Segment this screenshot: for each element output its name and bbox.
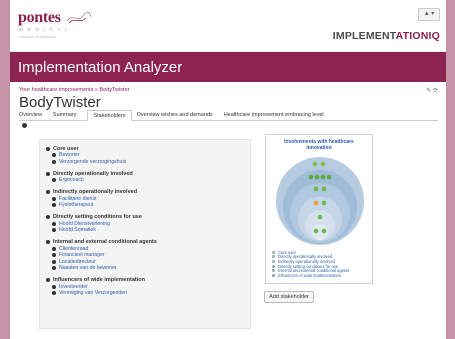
logo-accent: ATIONIQ [395, 30, 440, 42]
app-banner-title: Implementation Analyzer [10, 52, 446, 82]
marker-verzorgende[interactable] [321, 228, 327, 234]
marker-investeerder[interactable] [312, 161, 318, 167]
marker-fysiotherapeut[interactable] [321, 200, 327, 206]
group-title: Indirectly operationally involved [53, 189, 138, 195]
stakeholder-group: Internal and external conditional agents… [46, 239, 244, 272]
involvement-rings-chart [276, 157, 364, 245]
tab-bar: Overview Summary Stakeholders Overview w… [19, 110, 438, 121]
bullet-icon [52, 246, 56, 251]
bullet-icon [52, 284, 56, 289]
legend-swatch [272, 255, 275, 259]
marker-naasten[interactable] [326, 174, 332, 180]
marker-hoofd-somatiek[interactable] [321, 186, 327, 192]
logo-prefix: IMPLEMENT [332, 30, 396, 42]
page-title: BodyTwister [19, 94, 101, 111]
legend-swatch [272, 250, 275, 254]
brand-name: pontes [18, 9, 61, 26]
bullet-icon [52, 178, 56, 183]
tab-stakeholders[interactable]: Stakeholders [87, 110, 132, 121]
bullet-icon [52, 228, 56, 233]
pontes-logo[interactable]: pontes M E D I C A L innovation in healt… [18, 9, 138, 41]
marker-financieel[interactable] [314, 174, 320, 180]
stakeholder-group: Core user Bewoner Verzorgende verzorging… [46, 145, 244, 165]
top-bar: pontes M E D I C A L innovation in healt… [10, 0, 446, 52]
involvement-chart-panel: Involvements with healthcare innovation [265, 134, 373, 284]
group-title: Directly operationally involved [53, 170, 133, 177]
stakeholder-item[interactable]: Vereniging van Verzorgenden [46, 290, 244, 297]
bullet-icon [46, 190, 50, 194]
marker-vereniging[interactable] [320, 161, 326, 167]
group-title: Directly setting conditions for use [53, 214, 142, 220]
marker-ergocoach[interactable] [317, 214, 323, 220]
legend-swatch [272, 264, 275, 268]
bullet-icon [46, 146, 50, 151]
stakeholder-link[interactable]: Cliëntenraad [59, 246, 88, 252]
add-stakeholder-button[interactable]: Add stakeholder [264, 291, 314, 303]
stakeholder-link[interactable]: Verzorgende verzorgingshuis [59, 159, 126, 165]
bullet-icon [52, 196, 56, 201]
tab-embracing-level[interactable]: Healthcare improvement embracing level [224, 110, 330, 121]
legend-item: Influencers of wide implementation [272, 273, 349, 278]
bullet-icon [52, 203, 56, 208]
marker-facilitaire-dienst[interactable] [313, 200, 319, 206]
legend-swatch [272, 269, 275, 273]
logo-swirl-icon [66, 11, 92, 24]
marker-bewoner[interactable] [313, 228, 319, 234]
brand-tagline: innovation in healthcare [19, 35, 56, 39]
legend-swatch [272, 259, 275, 263]
stakeholder-item[interactable]: Ergocoach [46, 177, 244, 184]
bullet-icon [52, 221, 56, 226]
user-menu-button[interactable]: ▲ ▾ [418, 8, 440, 21]
stakeholder-group: Indirectly operationally involved Facili… [46, 189, 244, 209]
bullet-icon [46, 240, 50, 244]
bullet-icon [52, 253, 56, 258]
bullet-icon [52, 159, 56, 164]
stakeholder-link[interactable]: Naasten van de bewoner [59, 265, 117, 271]
group-title: Influencers of wide implementation [53, 277, 145, 283]
stakeholder-list-panel: Core user Bewoner Verzorgende verzorging… [39, 139, 251, 329]
stakeholder-link[interactable]: Financieel manager [59, 252, 105, 258]
bullet-icon [52, 153, 56, 158]
stakeholder-link[interactable]: Bewoner [59, 152, 79, 158]
stakeholder-item[interactable]: Naasten van de bewoner [46, 265, 244, 272]
bullet-icon [52, 291, 56, 296]
chart-legend: Core user Directly operationally involve… [272, 250, 349, 278]
group-title: Core user [53, 145, 79, 152]
bullet-icon [46, 171, 50, 176]
tab-overview[interactable]: Overview [19, 110, 48, 121]
app-window: pontes M E D I C A L innovation in healt… [10, 0, 446, 339]
tab-summary[interactable]: Summary [53, 110, 83, 121]
implementationiq-logo: IMPLEMENTATIONIQ [333, 30, 440, 42]
stakeholder-item[interactable]: Verzorgende verzorgingshuis [46, 159, 244, 166]
stakeholder-link[interactable]: Fysiotherapeut [59, 202, 93, 208]
stakeholder-group: Directly setting conditions for use Hoof… [46, 214, 244, 234]
legend-swatch [272, 273, 275, 277]
page-tools[interactable]: ✎ ⟳ [426, 87, 438, 94]
marker-hoofd-dienstverlening[interactable] [313, 186, 319, 192]
group-title: Internal and external conditional agents [53, 239, 157, 245]
brand-subtitle: M E D I C A L [19, 27, 70, 32]
stakeholder-link[interactable]: Ergocoach [59, 177, 84, 183]
bullet-icon [46, 278, 50, 282]
bullet-icon [52, 259, 56, 264]
stakeholder-link[interactable]: Facilitaire dienst [59, 196, 96, 202]
marker-locatiedirecteur[interactable] [320, 174, 326, 180]
stakeholder-link[interactable]: Investeerder [59, 284, 88, 290]
bullet-icon [52, 266, 56, 271]
stakeholder-group: Influencers of wide implementation Inves… [46, 277, 244, 297]
stakeholder-item[interactable]: Fysiotherapeut [46, 202, 244, 209]
stakeholder-item[interactable]: Hoofd Somatiek [46, 227, 244, 234]
bullet-icon [46, 215, 50, 219]
marker-clientenraad[interactable] [308, 174, 314, 180]
info-icon[interactable] [22, 123, 27, 128]
stakeholder-link[interactable]: Locatiedirecteur [59, 259, 96, 265]
stakeholder-link[interactable]: Hoofd Somatiek [59, 227, 96, 233]
breadcrumb[interactable]: Your healthcare improvements » BodyTwist… [10, 82, 446, 93]
stakeholder-link[interactable]: Hoofd Dienstverlening [59, 221, 110, 227]
stakeholder-group: Directly operationally involved Ergocoac… [46, 170, 244, 184]
stakeholder-link[interactable]: Vereniging van Verzorgenden [59, 290, 127, 296]
tab-wishes-demands[interactable]: Overview wishes and demands [137, 110, 219, 121]
